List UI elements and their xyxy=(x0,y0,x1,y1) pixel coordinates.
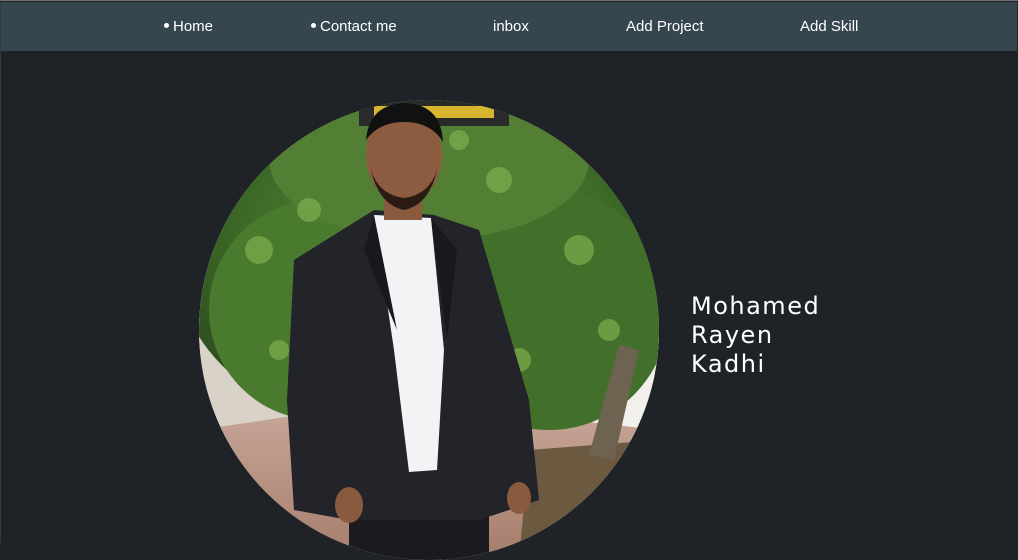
nav-home-label: Home xyxy=(173,18,214,35)
nav-contact-label: Contact me xyxy=(320,18,397,35)
nav-inbox-link[interactable]: inbox xyxy=(493,2,529,51)
profile-name: Mohamed Rayen Kadhi xyxy=(691,292,820,379)
nav-home-link[interactable]: Home xyxy=(164,2,213,51)
profile-photo xyxy=(199,100,659,560)
bullet-icon xyxy=(164,23,169,28)
nav-add-skill-link[interactable]: Add Skill xyxy=(800,2,858,51)
name-first: Mohamed xyxy=(691,292,821,320)
top-navbar: Home Contact me inbox Add Project Add Sk… xyxy=(1,2,1017,51)
bullet-icon xyxy=(311,23,316,28)
nav-add-project-link[interactable]: Add Project xyxy=(626,2,704,51)
nav-add-skill-label: Add Skill xyxy=(800,18,859,35)
name-middle: Rayen xyxy=(691,321,774,349)
nav-add-project-label: Add Project xyxy=(626,18,704,35)
nav-inbox-label: inbox xyxy=(493,18,529,35)
nav-contact-link[interactable]: Contact me xyxy=(311,2,397,51)
name-last: Kadhi xyxy=(691,350,766,378)
